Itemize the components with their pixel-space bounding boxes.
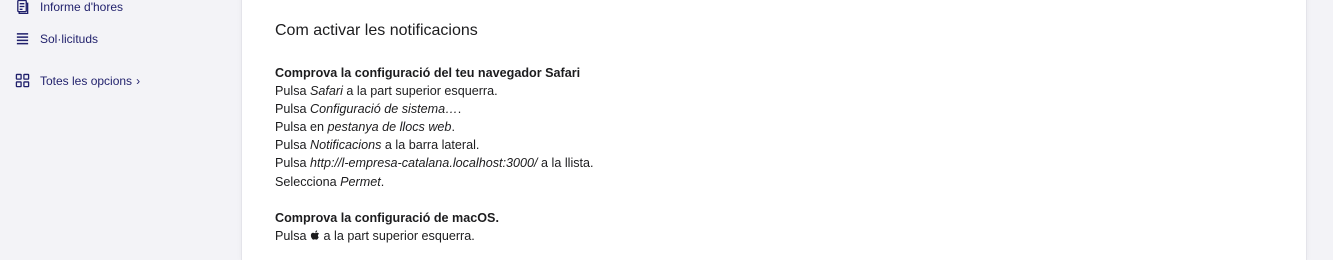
grid-icon <box>15 73 30 88</box>
sidebar-item-label: Sol·licituds <box>40 31 99 46</box>
report-icon <box>17 0 29 14</box>
instruction-step: Pulsa a la part superior esquerra. <box>275 229 475 244</box>
instruction-step: Pulsa http://l-empresa-catalana.localhos… <box>275 156 594 171</box>
safari-instructions: Comprova la configuració del teu navegad… <box>275 64 594 191</box>
sidebar-item-sollicituds[interactable]: Sol·licituds <box>15 31 98 46</box>
stack-icon <box>16 33 29 45</box>
macos-instructions: Comprova la configuració de macOS. Pulsa… <box>275 209 499 245</box>
sidebar-item-informe-hores[interactable]: Informe d'hores <box>15 0 123 14</box>
sidebar-item-totes-opcions[interactable]: Totes les opcions › <box>15 73 140 88</box>
instruction-step: Pulsa Safari a la part superior esquerra… <box>275 84 498 99</box>
instruction-step: Pulsa en pestanya de llocs web. <box>275 120 455 135</box>
instruction-step: Pulsa Notificacions a la barra lateral. <box>275 138 480 153</box>
macos-section-title: Comprova la configuració de macOS. <box>275 211 499 225</box>
safari-section-title: Comprova la configuració del teu navegad… <box>275 66 581 80</box>
sidebar-item-label: Informe d'hores <box>40 0 123 14</box>
sidebar: Informe d'hores Sol·licituds Totes les o… <box>0 0 241 245</box>
page-title: Com activar les notificacions <box>275 22 478 39</box>
main-panel: Com activar les notificacions Comprova l… <box>241 0 1307 260</box>
apple-icon <box>310 230 320 240</box>
instruction-step: Pulsa Configuració de sistema…. <box>275 102 462 117</box>
instruction-step: Selecciona Permet. <box>275 174 385 189</box>
sidebar-item-label: Totes les opcions <box>40 73 133 88</box>
chevron-right-icon: › <box>136 73 141 88</box>
